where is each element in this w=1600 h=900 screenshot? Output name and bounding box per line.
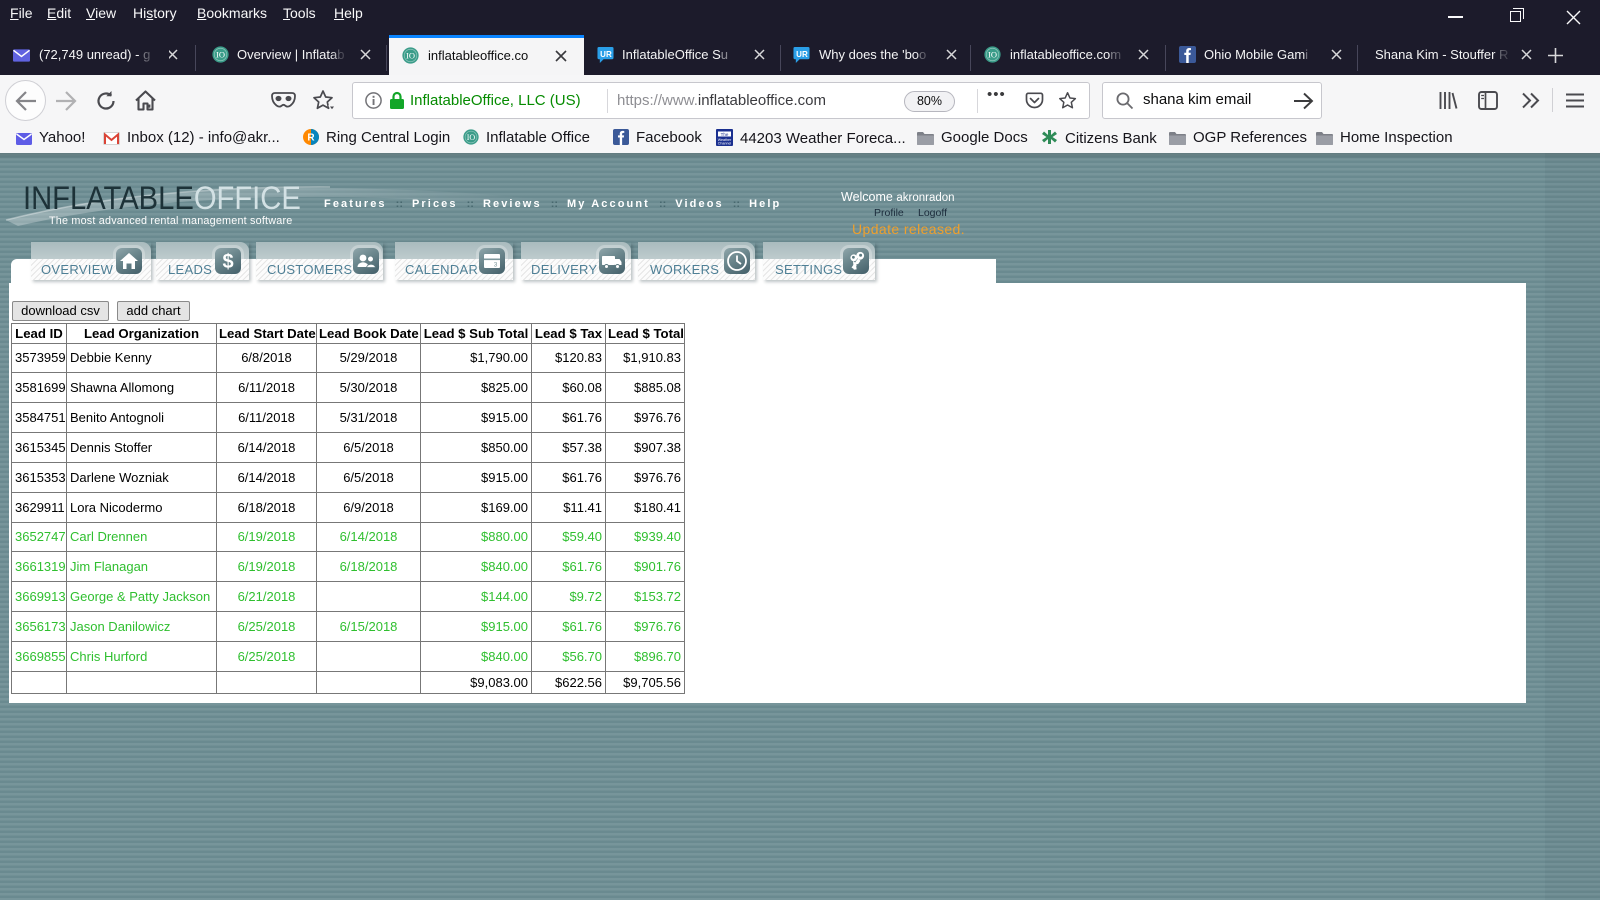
svg-text:$: $ [222, 251, 233, 273]
svg-text:Channel: Channel [718, 141, 732, 145]
svg-text:The: The [721, 131, 729, 136]
svg-text:IO: IO [216, 50, 225, 60]
svg-text:IO: IO [988, 50, 997, 60]
svg-text:UR: UR [796, 50, 808, 59]
svg-text:3: 3 [494, 262, 498, 269]
svg-text:R: R [307, 132, 315, 143]
svg-text:IO: IO [406, 51, 415, 61]
svg-text:UR: UR [600, 50, 612, 59]
svg-text:IO: IO [467, 133, 476, 142]
